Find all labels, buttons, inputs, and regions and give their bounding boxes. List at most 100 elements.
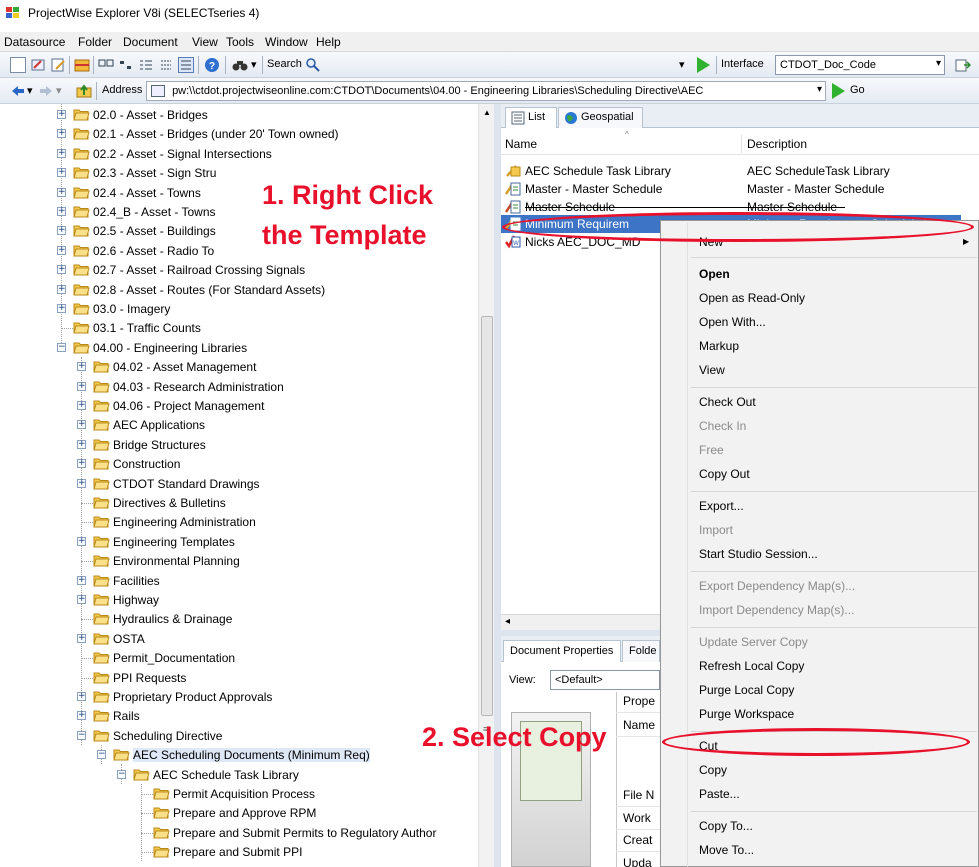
- menu-item-view[interactable]: View: [699, 363, 725, 377]
- view-select[interactable]: <Default>: [550, 670, 660, 690]
- tree-item[interactable]: Directives & Bulletins: [0, 494, 478, 513]
- expand-icon[interactable]: +: [77, 362, 86, 372]
- menu-item-copy-to[interactable]: Copy To...: [699, 819, 753, 833]
- expand-icon[interactable]: +: [77, 692, 86, 701]
- small-icons-view-icon[interactable]: [118, 57, 134, 73]
- tree-scroll-thumb[interactable]: [481, 316, 493, 716]
- expand-icon[interactable]: +: [77, 420, 86, 430]
- tree-item[interactable]: 03.1 - Traffic Counts: [0, 319, 478, 338]
- tree-item[interactable]: +02.0 - Asset - Bridges: [0, 106, 478, 125]
- tree-item[interactable]: Permit_Documentation: [0, 649, 478, 668]
- menu-item-copy[interactable]: Copy: [699, 763, 727, 777]
- expand-icon[interactable]: +: [57, 129, 66, 139]
- large-icons-view-icon[interactable]: [98, 57, 114, 73]
- go-arrow-icon[interactable]: [832, 83, 845, 99]
- menu-item-check-out[interactable]: Check Out: [699, 395, 756, 409]
- list-view-icon[interactable]: [138, 57, 154, 73]
- collapse-icon[interactable]: −: [117, 769, 126, 779]
- tree-item[interactable]: Environmental Planning: [0, 552, 478, 571]
- expand-icon[interactable]: +: [77, 401, 86, 410]
- tree-item[interactable]: Permit Acquisition Process: [0, 785, 478, 804]
- expand-icon[interactable]: +: [77, 381, 86, 391]
- document-row[interactable]: AEC Schedule Task Library AEC ScheduleTas…: [501, 162, 979, 180]
- go-button[interactable]: Go: [850, 84, 865, 96]
- menu-view[interactable]: View: [192, 35, 218, 49]
- menu-help[interactable]: Help: [316, 35, 341, 49]
- expand-icon[interactable]: +: [77, 478, 86, 488]
- tree-item[interactable]: − AEC Scheduling Documents (Minimum Req): [0, 746, 478, 765]
- scroll-left-icon[interactable]: ◂: [505, 616, 510, 627]
- properties-icon[interactable]: [30, 57, 46, 73]
- expand-icon[interactable]: +: [57, 304, 66, 313]
- expand-icon[interactable]: +: [77, 575, 86, 585]
- tree-item[interactable]: +02.7 - Asset - Railroad Crossing Signal…: [0, 261, 478, 280]
- menu-item-purge-workspace[interactable]: Purge Workspace: [699, 707, 794, 721]
- tab-list[interactable]: List: [505, 107, 557, 128]
- menu-item-purge-local-copy[interactable]: Purge Local Copy: [699, 683, 794, 697]
- expand-icon[interactable]: +: [57, 245, 66, 255]
- menu-item-move-to[interactable]: Move To...: [699, 843, 754, 857]
- tree-item[interactable]: +04.06 - Project Management: [0, 397, 478, 416]
- tree-item[interactable]: +02.8 - Asset - Routes (For Standard Ass…: [0, 281, 478, 300]
- tree-item[interactable]: + CTDOT Standard Drawings: [0, 475, 478, 494]
- tree-item[interactable]: + Highway: [0, 591, 478, 610]
- menu-tools[interactable]: Tools: [226, 35, 254, 49]
- expand-icon[interactable]: +: [57, 148, 66, 158]
- menu-item-open-as-read-only[interactable]: Open as Read-Only: [699, 291, 805, 305]
- folder-tree[interactable]: +02.0 - Asset - Bridges +02.1 - Asset - B…: [0, 104, 492, 867]
- expand-icon[interactable]: +: [57, 226, 66, 236]
- tree-item[interactable]: Hydraulics & Drainage: [0, 610, 478, 629]
- tree-item[interactable]: + Facilities: [0, 572, 478, 591]
- column-header-description[interactable]: Description: [747, 137, 807, 151]
- menu-item-open-with[interactable]: Open With...: [699, 315, 766, 329]
- expand-icon[interactable]: +: [57, 168, 66, 178]
- menu-datasource[interactable]: Datasource: [4, 35, 65, 49]
- tree-item[interactable]: + OSTA: [0, 630, 478, 649]
- menu-folder[interactable]: Folder: [78, 35, 112, 49]
- tree-item[interactable]: Prepare and Submit Permits to Regulatory…: [0, 824, 478, 843]
- tree-item[interactable]: + Rails: [0, 707, 478, 726]
- expand-icon[interactable]: +: [57, 284, 66, 294]
- tree-item[interactable]: Engineering Administration: [0, 513, 478, 532]
- tree-item[interactable]: − 04.00 - Engineering Libraries: [0, 339, 478, 358]
- tab-geospatial[interactable]: Geospatial: [558, 107, 643, 128]
- scroll-up-icon[interactable]: ▲: [483, 108, 491, 117]
- tree-item[interactable]: +04.02 - Asset Management: [0, 358, 478, 377]
- expand-icon[interactable]: +: [77, 536, 86, 546]
- details-view-icon[interactable]: [178, 57, 194, 73]
- expand-icon[interactable]: +: [57, 187, 66, 197]
- forward-dropdown-icon[interactable]: ▾: [56, 84, 62, 97]
- tree-item[interactable]: − Scheduling Directive: [0, 727, 478, 746]
- expand-icon[interactable]: +: [77, 459, 86, 469]
- address-input[interactable]: pw:\\ctdot.projectwiseonline.com:CTDOT\D…: [146, 81, 826, 101]
- tree-item[interactable]: +02.1 - Asset - Bridges (under 20' Town …: [0, 125, 478, 144]
- tree-item[interactable]: +02.2 - Asset - Signal Intersections: [0, 145, 478, 164]
- tree-item[interactable]: +03.0 - Imagery: [0, 300, 478, 319]
- expand-icon[interactable]: +: [57, 265, 66, 275]
- tree-item[interactable]: Prepare and Approve RPM: [0, 804, 478, 823]
- up-folder-icon[interactable]: [76, 83, 92, 99]
- export-icon[interactable]: [955, 57, 972, 73]
- tree-item[interactable]: + Bridge Structures: [0, 436, 478, 455]
- menu-window[interactable]: Window: [265, 35, 308, 49]
- address-dropdown-icon[interactable]: ▾: [817, 84, 822, 95]
- tree-item[interactable]: Prepare and Submit PPI: [0, 843, 478, 862]
- tree-item[interactable]: + AEC Applications: [0, 416, 478, 435]
- help-icon[interactable]: ?: [204, 57, 220, 73]
- forward-arrow-icon[interactable]: [38, 83, 54, 99]
- collapse-icon[interactable]: −: [97, 750, 106, 760]
- tree-item[interactable]: +04.03 - Research Administration: [0, 378, 478, 397]
- interface-select[interactable]: CTDOT_Doc_Code ▾: [775, 55, 945, 75]
- tab-document-properties[interactable]: Document Properties: [503, 640, 621, 662]
- tab-folder-properties[interactable]: Folde: [622, 640, 660, 662]
- menu-item-paste[interactable]: Paste...: [699, 787, 740, 801]
- search-icon[interactable]: [305, 57, 321, 73]
- tree-item[interactable]: PPI Requests: [0, 669, 478, 688]
- icon-view-icon[interactable]: [158, 57, 174, 73]
- expand-icon[interactable]: +: [77, 711, 86, 721]
- find-dropdown-icon[interactable]: ▾: [251, 58, 257, 71]
- new-document-icon[interactable]: [10, 57, 26, 73]
- expand-icon[interactable]: +: [57, 207, 66, 216]
- menu-item-open[interactable]: Open: [699, 267, 730, 281]
- collapse-icon[interactable]: −: [57, 342, 66, 352]
